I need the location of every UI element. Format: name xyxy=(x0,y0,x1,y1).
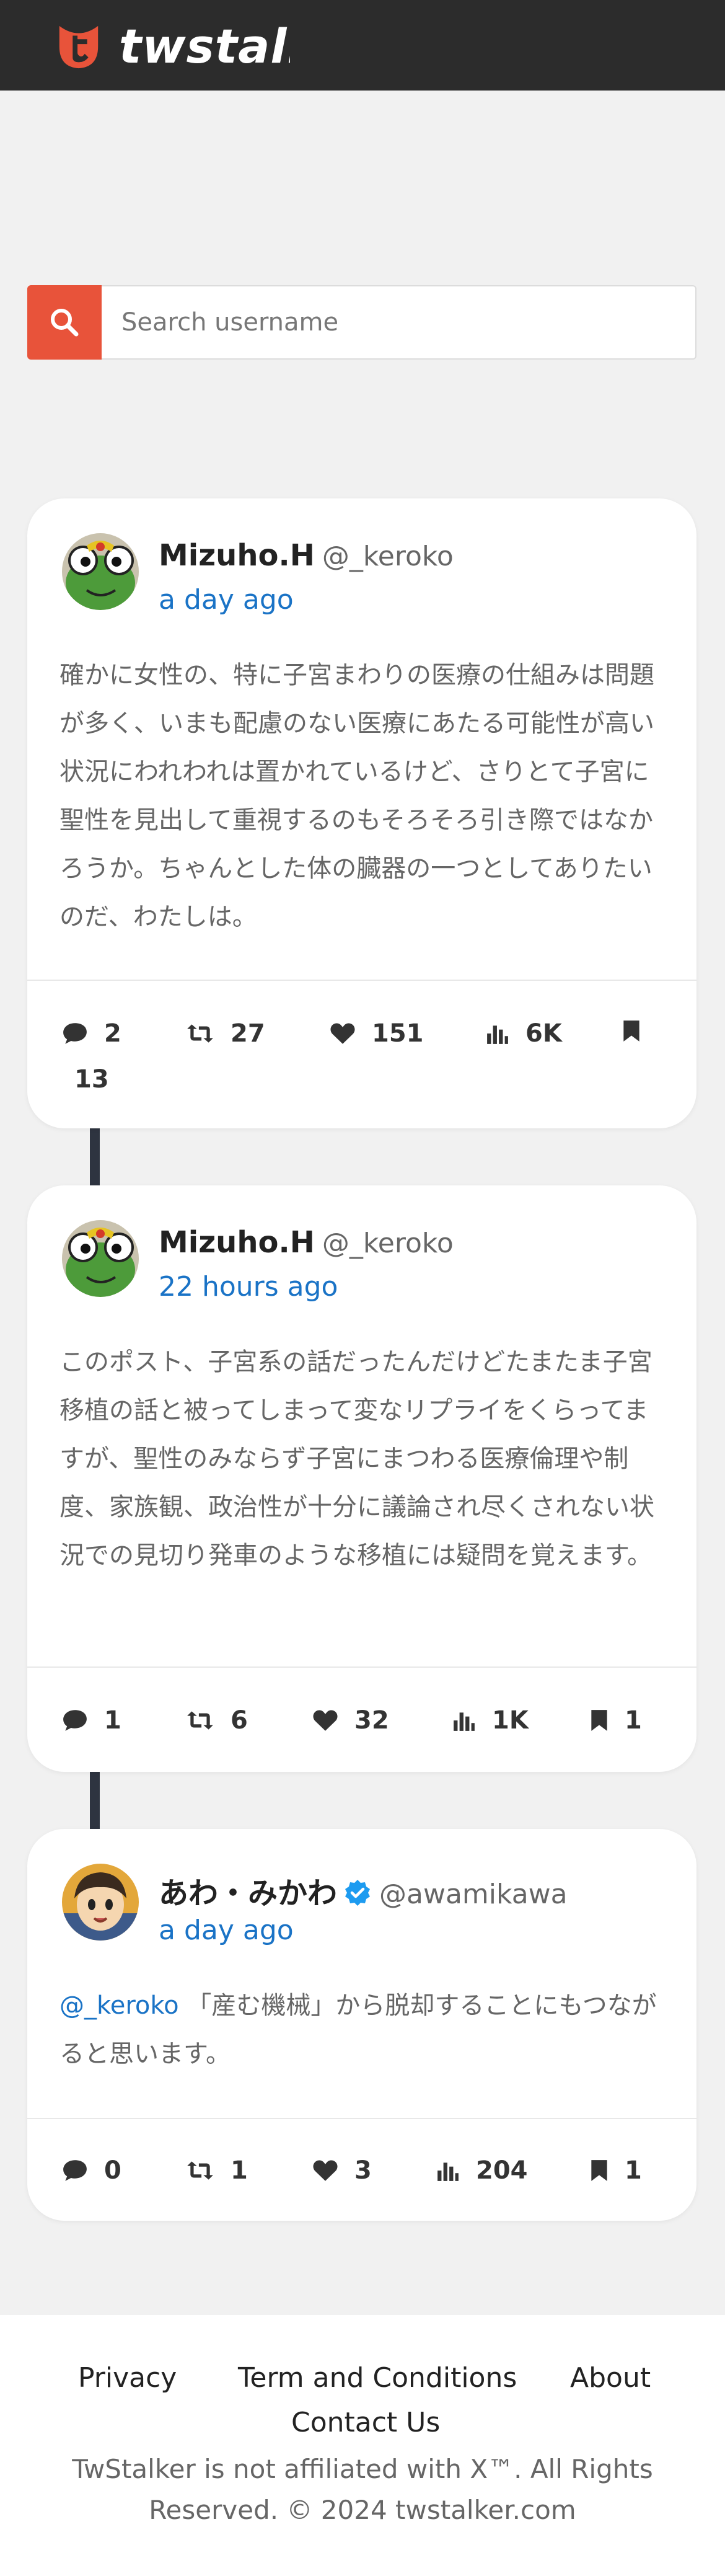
like-count: 32 xyxy=(354,1706,389,1735)
like-stat[interactable]: 151 xyxy=(330,1019,424,1048)
author-name[interactable]: Mizuho.H @_keroko xyxy=(159,1225,454,1260)
reply-stat[interactable]: 0 xyxy=(62,2156,121,2185)
post-time[interactable]: a day ago xyxy=(159,584,294,616)
frog-avatar-icon xyxy=(62,1220,139,1297)
author-handle[interactable]: @_keroko xyxy=(322,541,454,572)
tweet-text: 確かに女性の、特に子宮まわりの医療の仕組みは問題が多く、いまも配慮のない医療にあ… xyxy=(59,661,654,931)
bookmark-stat[interactable]: 1 xyxy=(590,2156,642,2185)
retweet-count: 6 xyxy=(231,1706,248,1735)
avatar[interactable] xyxy=(62,533,139,610)
reply-stat[interactable]: 2 xyxy=(62,1019,121,1048)
views-count: 1K xyxy=(492,1706,529,1735)
views-stat[interactable]: 1K xyxy=(452,1706,529,1735)
tweet-card[interactable]: Mizuho.H @_keroko a day ago 確かに女性の、特に子宮まわ… xyxy=(27,498,696,1128)
avatar[interactable] xyxy=(62,1864,139,1941)
author-name[interactable]: あわ・みかわ @awamikawa xyxy=(159,1869,568,1912)
tweet-card[interactable]: あわ・みかわ @awamikawa a day ago @_keroko 「産む… xyxy=(27,1829,696,2221)
like-stat[interactable]: 32 xyxy=(312,1706,389,1735)
thread-connector xyxy=(90,1772,100,1829)
bookmark-icon xyxy=(590,2159,609,2182)
search-icon xyxy=(51,309,79,337)
retweet-stat[interactable]: 6 xyxy=(186,1706,248,1735)
thread-connector xyxy=(90,1128,100,1185)
like-count: 3 xyxy=(354,2156,372,2185)
reply-stat[interactable]: 1 xyxy=(62,1706,121,1735)
bookmark-icon xyxy=(590,1709,609,1732)
footer-link-contact[interactable]: Contact Us xyxy=(291,2407,440,2438)
views-icon xyxy=(486,1022,509,1045)
comment-icon xyxy=(62,2159,88,2182)
retweet-stat[interactable]: 27 xyxy=(186,1019,265,1048)
author-handle[interactable]: @awamikawa xyxy=(379,1879,568,1910)
author-name[interactable]: Mizuho.H @_keroko xyxy=(159,538,454,573)
heart-icon xyxy=(330,1022,356,1045)
heart-icon xyxy=(312,1709,338,1732)
reply-count: 2 xyxy=(104,1019,121,1048)
reply-count: 0 xyxy=(104,2156,121,2185)
search-bar xyxy=(27,285,696,360)
views-icon xyxy=(436,2159,460,2182)
bookmark-stat[interactable]: 1 xyxy=(590,1706,642,1735)
post-time[interactable]: a day ago xyxy=(159,1914,294,1946)
verified-badge-icon xyxy=(345,1880,371,1906)
footer-note-line1: TwStalker is not affiliated with X™. All… xyxy=(72,2454,653,2484)
tweet-card[interactable]: Mizuho.H @_keroko 22 hours ago このポスト、子宮系の… xyxy=(27,1185,696,1772)
search-input[interactable] xyxy=(102,285,696,360)
retweet-icon xyxy=(186,1022,214,1045)
brand-logo[interactable]: twstalker xyxy=(55,19,290,74)
author-display-name[interactable]: Mizuho.H xyxy=(159,1225,315,1260)
views-stat[interactable]: 6K xyxy=(486,1019,562,1048)
top-bar: twstalker xyxy=(0,0,725,91)
views-stat[interactable]: 204 xyxy=(436,2156,528,2185)
divider xyxy=(27,2118,696,2119)
comment-icon xyxy=(62,1709,88,1732)
retweet-icon xyxy=(186,1709,214,1732)
mention-link[interactable]: @_keroko xyxy=(59,1991,179,2020)
like-stat[interactable]: 3 xyxy=(312,2156,372,2185)
author-display-name[interactable]: あわ・みかわ xyxy=(159,1876,337,1911)
footer-note-line2: Reserved. © 2024 twstalker.com xyxy=(149,2495,576,2525)
heart-icon xyxy=(312,2159,338,2182)
brand-name: twstalker xyxy=(119,19,290,74)
author-display-name[interactable]: Mizuho.H xyxy=(159,538,315,573)
comment-icon xyxy=(62,1022,88,1045)
search-button[interactable] xyxy=(27,285,102,360)
frog-avatar-icon xyxy=(62,533,139,610)
footer-link-about[interactable]: About xyxy=(570,2362,651,2394)
post-time[interactable]: 22 hours ago xyxy=(159,1271,338,1303)
like-count: 151 xyxy=(372,1019,424,1048)
author-handle[interactable]: @_keroko xyxy=(322,1228,454,1259)
retweet-count: 1 xyxy=(231,2156,248,2185)
bookmark-icon xyxy=(622,1019,641,1043)
bookmark-count: 13 xyxy=(74,1065,109,1094)
retweet-count: 27 xyxy=(231,1019,265,1048)
anime-avatar-icon xyxy=(62,1864,139,1941)
bookmark-stat[interactable] xyxy=(622,1019,657,1043)
bookmark-count: 1 xyxy=(625,1706,642,1735)
retweet-stat[interactable]: 1 xyxy=(186,2156,248,2185)
views-icon xyxy=(452,1709,476,1732)
footer-link-terms[interactable]: Term and Conditions xyxy=(238,2362,517,2394)
tweet-text: このポスト、子宮系の話だったんだけどたまたま子宮移植の話と被ってしまって変なリプ… xyxy=(59,1348,654,1570)
logo-icon xyxy=(59,25,99,69)
footer: Privacy Term and Conditions About Contac… xyxy=(0,2315,725,2576)
bookmark-count: 1 xyxy=(625,2156,642,2185)
views-count: 6K xyxy=(525,1019,562,1048)
footer-link-privacy[interactable]: Privacy xyxy=(78,2362,177,2394)
views-count: 204 xyxy=(476,2156,528,2185)
divider xyxy=(27,1666,696,1668)
divider xyxy=(27,980,696,981)
avatar[interactable] xyxy=(62,1220,139,1297)
tweet-text: @_keroko 「産む機械」から脱却することにもつながると思います。 xyxy=(59,1981,664,2078)
retweet-icon xyxy=(186,2159,214,2182)
reply-count: 1 xyxy=(104,1706,121,1735)
